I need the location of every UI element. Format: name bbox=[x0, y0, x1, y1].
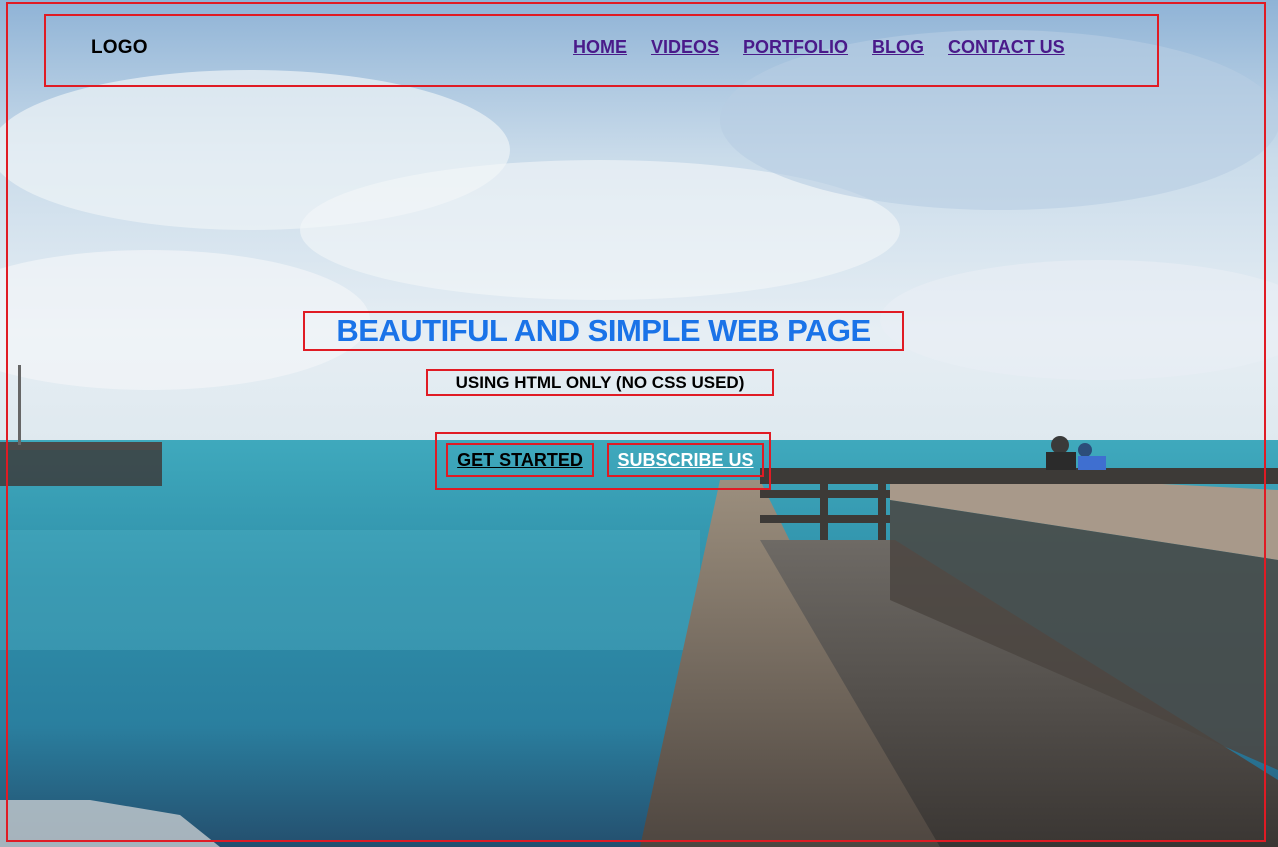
subscribe-button[interactable]: SUBSCRIBE US bbox=[607, 443, 764, 477]
background-photo bbox=[0, 0, 1278, 847]
cta-button-group: GET STARTED SUBSCRIBE US bbox=[435, 432, 771, 490]
site-header: LOGO HOME VIDEOS PORTFOLIO BLOG CONTACT … bbox=[44, 14, 1159, 87]
nav-contact-link[interactable]: CONTACT US bbox=[948, 37, 1065, 58]
main-nav: HOME VIDEOS PORTFOLIO BLOG CONTACT US bbox=[573, 37, 1065, 58]
get-started-button[interactable]: GET STARTED bbox=[446, 443, 594, 477]
hero-subtitle: USING HTML ONLY (NO CSS USED) bbox=[426, 369, 774, 396]
nav-videos-link[interactable]: VIDEOS bbox=[651, 37, 719, 58]
nav-portfolio-link[interactable]: PORTFOLIO bbox=[743, 37, 848, 58]
nav-blog-link[interactable]: BLOG bbox=[872, 37, 924, 58]
site-logo[interactable]: LOGO bbox=[91, 37, 148, 59]
nav-home-link[interactable]: HOME bbox=[573, 37, 627, 58]
hero-title: BEAUTIFUL AND SIMPLE WEB PAGE bbox=[303, 311, 904, 351]
